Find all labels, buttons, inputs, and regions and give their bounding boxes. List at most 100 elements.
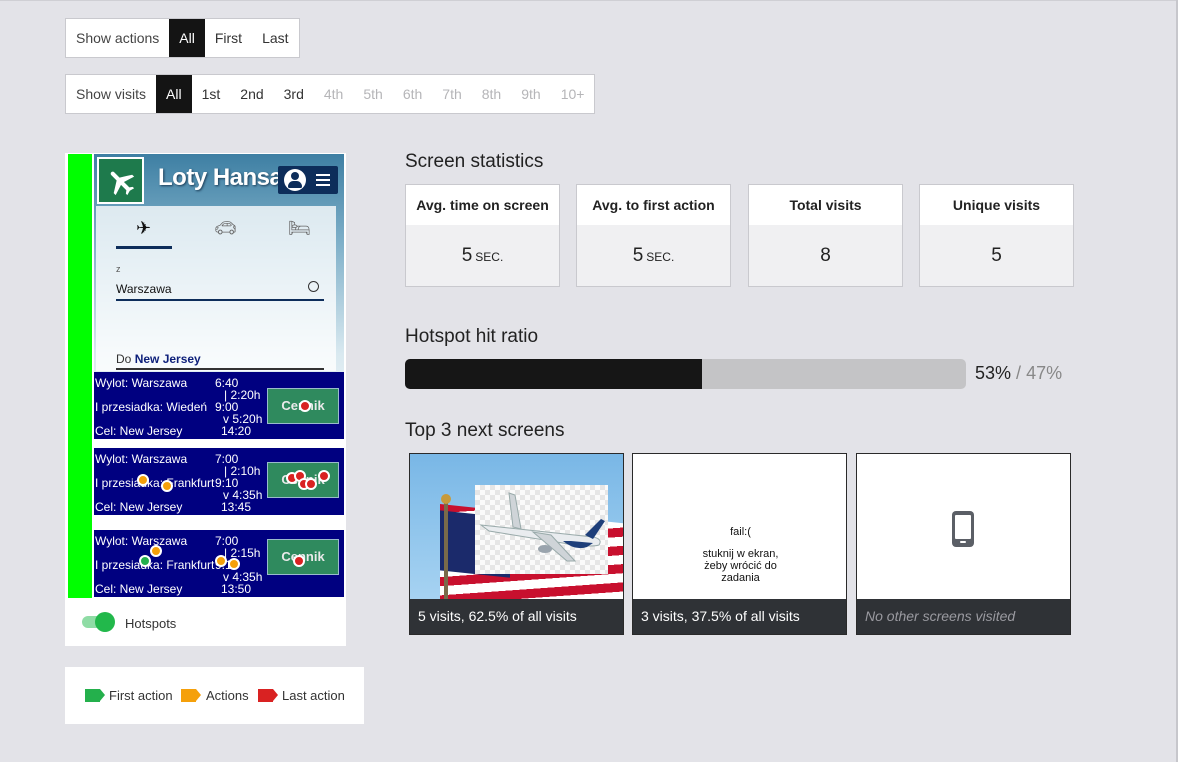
show-actions-label: Show actions	[76, 30, 160, 46]
show-visits-filter: Show visits All 1st 2nd 3rd 4th 5th 6th …	[65, 74, 596, 114]
visits-option-9th: 9th	[521, 86, 541, 102]
smartphone-icon	[952, 511, 974, 547]
miss-percent: 47%	[1026, 363, 1063, 383]
bed-icon[interactable]: 🛏︎	[288, 218, 311, 239]
plane-icon[interactable]: ✈	[136, 218, 151, 239]
last-action-legend-icon	[258, 689, 278, 702]
last-action-marker	[318, 470, 330, 482]
fail-screen-text: fail:( stuknij w ekran, żeby wrócić do z…	[633, 526, 846, 584]
visits-option-2nd[interactable]: 2nd	[230, 75, 273, 113]
stat-card-unique-visits: Unique visits 5	[919, 184, 1074, 287]
flight-departure: Wylot: Warszawa	[95, 534, 188, 548]
next-screen-card[interactable]: fail:( stuknij w ekran, żeby wrócić do z…	[632, 453, 847, 635]
flight-stopover: I przesiadka: Wiedeń	[95, 400, 208, 414]
flight-arrival: Cel: New Jersey	[95, 500, 183, 514]
next-screen-caption: 5 visits, 62.5% of all visits	[410, 599, 623, 634]
show-actions-filter: Show actions All First Last	[65, 18, 300, 58]
mobile-screen: Loty Hansa ✈ 🚗︎ 🛏︎ z Warszawa Do New Jer…	[94, 154, 344, 598]
app-header: Loty Hansa	[94, 154, 344, 206]
actions-option-first[interactable]: First	[205, 19, 252, 57]
flight-result: Wylot: Warszawa 7:00 | 2:10h I przesiadk…	[94, 448, 344, 516]
stat-card-avg-first-action: Avg. to first action 5 SEC.	[576, 184, 731, 287]
hotspots-toggle-row: Hotspots	[65, 599, 346, 646]
action-marker	[137, 474, 149, 486]
first-action-legend-label: First action	[109, 688, 173, 703]
action-legend: First action Actions Last action	[65, 667, 364, 724]
stat-value: 5	[632, 245, 644, 266]
transport-tabs: ✈ 🚗︎ 🛏︎	[96, 206, 336, 250]
result-gap	[94, 440, 344, 448]
to-label: Do	[116, 352, 132, 366]
actions-legend-icon	[181, 689, 201, 702]
airline-logo	[97, 157, 144, 204]
visits-option-3rd[interactable]: 3rd	[274, 75, 314, 113]
stat-label: Unique visits	[920, 185, 1073, 225]
stat-unit: SEC.	[646, 250, 675, 264]
flight-arrival-time: 13:50	[221, 582, 252, 596]
locate-icon[interactable]	[308, 281, 319, 292]
menu-icon[interactable]	[316, 174, 330, 186]
flight-arrival-time: 14:20	[221, 424, 252, 438]
next-screens-title: Top 3 next screens	[405, 420, 565, 441]
visits-option-all[interactable]: All	[156, 75, 192, 113]
flight-result: Wylot: Warszawa 6:40 | 2:20h I przesiadk…	[94, 372, 344, 440]
visits-option-7th: 7th	[442, 86, 462, 102]
to-field[interactable]: Do New Jersey	[116, 352, 201, 366]
action-marker	[215, 555, 227, 567]
stat-value: 8	[820, 245, 831, 266]
active-tab-indicator	[116, 246, 172, 249]
stat-label: Total visits	[749, 185, 902, 225]
stat-value-wrap: 5 SEC.	[577, 225, 730, 287]
visits-option-1st[interactable]: 1st	[192, 75, 231, 113]
flight-stopover: I przesiadka: Frankfurt	[95, 558, 215, 572]
from-underline	[116, 299, 324, 301]
result-gap	[94, 516, 344, 530]
from-label: z	[116, 264, 121, 274]
stat-card-avg-time: Avg. time on screen 5 SEC.	[405, 184, 560, 287]
stat-value: 5	[461, 245, 473, 266]
next-screen-card[interactable]: 5 visits, 62.5% of all visits	[409, 453, 624, 635]
actions-legend-label: Actions	[206, 688, 249, 703]
action-marker	[150, 545, 162, 557]
last-action-legend-label: Last action	[282, 688, 345, 703]
app-brand: Loty Hansa	[158, 164, 283, 191]
flag-pole-top	[441, 494, 451, 504]
to-underline	[116, 368, 324, 370]
hotspot-ratio-text: 53% / 47%	[975, 363, 1062, 384]
action-marker	[228, 558, 240, 570]
next-screen-card-empty: No other screens visited	[856, 453, 1071, 635]
from-field[interactable]: Warszawa	[116, 282, 172, 296]
flight-arrival: Cel: New Jersey	[95, 582, 183, 596]
actions-option-last[interactable]: Last	[252, 19, 298, 57]
actions-option-all[interactable]: All	[169, 19, 205, 57]
first-action-legend-icon	[85, 689, 105, 702]
next-screen-caption: No other screens visited	[857, 599, 1070, 634]
last-action-marker	[299, 400, 311, 412]
fail-line: fail:(	[730, 526, 751, 538]
hotspot-ratio-fill	[405, 359, 703, 389]
car-icon[interactable]: 🚗︎	[214, 218, 237, 239]
account-icon[interactable]	[284, 169, 306, 191]
flag-pole	[444, 498, 448, 608]
to-value: New Jersey	[134, 352, 201, 366]
screen-preview: Loty Hansa ✈ 🚗︎ 🛏︎ z Warszawa Do New Jer…	[65, 153, 346, 599]
hotspots-toggle-knob[interactable]	[95, 612, 115, 632]
hotspot-ratio-bar	[405, 359, 966, 389]
top-divider	[0, 0, 1178, 1]
stat-card-total-visits: Total visits 8	[748, 184, 903, 287]
airplane-icon	[479, 492, 605, 562]
visits-option-10plus: 10+	[560, 86, 585, 102]
stat-unit: SEC.	[475, 250, 504, 264]
header-actions	[278, 166, 338, 194]
screen-statistics-title: Screen statistics	[405, 151, 544, 172]
fail-line: żeby wrócić do	[704, 560, 777, 572]
stat-label: Avg. to first action	[577, 185, 730, 225]
flight-arrival: Cel: New Jersey	[95, 424, 183, 438]
visits-option-6th: 6th	[402, 86, 423, 102]
fail-line: zadania	[721, 572, 760, 584]
visits-option-4th: 4th	[323, 86, 344, 102]
airplane-image	[475, 485, 608, 574]
flight-departure: Wylot: Warszawa	[95, 452, 188, 466]
visits-option-8th: 8th	[481, 86, 502, 102]
